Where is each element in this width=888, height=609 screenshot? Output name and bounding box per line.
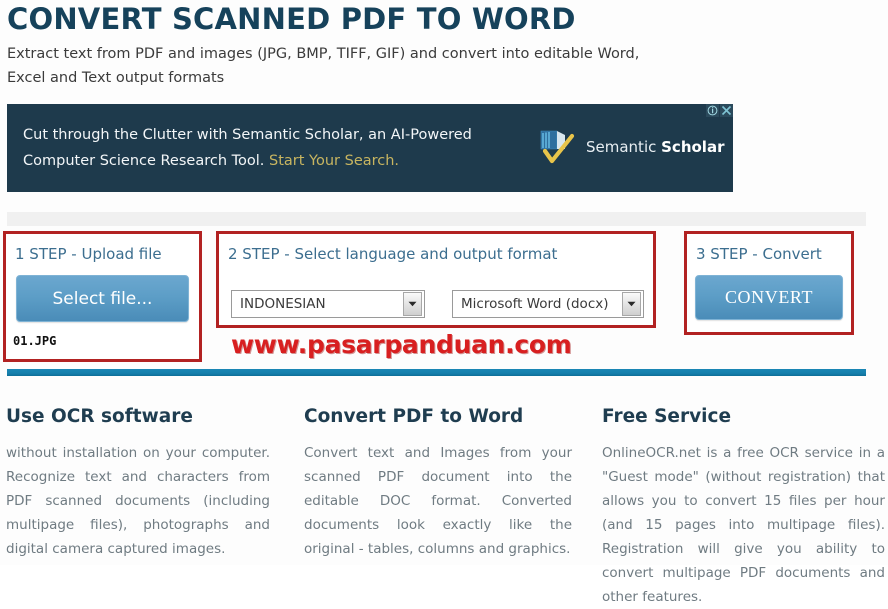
advertisement-banner[interactable]: Cut through the Clutter with Semantic Sc… — [7, 104, 733, 192]
watermark-text: www.pasarpanduan.com — [231, 330, 572, 359]
page-title: CONVERT SCANNED PDF TO WORD — [7, 2, 576, 36]
semantic-scholar-logo: Semantic Scholar — [535, 127, 724, 167]
chevron-down-icon[interactable] — [622, 292, 641, 316]
info-column-heading: Convert PDF to Word — [304, 406, 524, 427]
output-format-select[interactable]: Microsoft Word (docx) — [452, 290, 644, 318]
ad-copy: Cut through the Clutter with Semantic Sc… — [23, 122, 523, 174]
info-column-free-service: Free Service OnlineOCR.net is a free OCR… — [602, 406, 885, 609]
language-select[interactable]: INDONESIAN — [231, 290, 425, 318]
logo-word-scholar: Scholar — [661, 138, 725, 156]
uploaded-file-name: 01.JPG — [13, 334, 57, 348]
adchoices-info-icon[interactable] — [706, 104, 719, 117]
chevron-down-icon[interactable] — [403, 292, 422, 316]
ad-copy-line-2: Computer Science Research Tool. — [23, 153, 270, 169]
info-column-ocr-software: Use OCR software without installation on… — [6, 406, 270, 561]
semantic-scholar-mark-icon — [535, 127, 579, 167]
step-2-select-language-and-format: 2 STEP - Select language and output form… — [216, 231, 656, 328]
steps-background-band — [7, 212, 866, 226]
page-subtitle: Extract text from PDF and images (JPG, B… — [7, 46, 640, 86]
info-column-convert-pdf-to-word: Convert PDF to Word Convert text and Ima… — [304, 406, 572, 561]
select-file-button[interactable]: Select file... — [16, 275, 189, 322]
info-column-heading: Use OCR software — [6, 406, 193, 427]
section-divider — [7, 369, 866, 376]
output-format-select-value: Microsoft Word (docx) — [461, 296, 609, 312]
step-1-upload-file: 1 STEP - Upload file Select file... 01.J… — [3, 231, 202, 362]
step-2-title: 2 STEP - Select language and output form… — [228, 245, 558, 263]
step-3-title: 3 STEP - Convert — [696, 245, 822, 263]
logo-word-semantic: Semantic — [586, 138, 662, 156]
info-column-body: Convert text and Images from your scanne… — [304, 445, 572, 557]
step-1-title: 1 STEP - Upload file — [15, 245, 162, 263]
info-column-heading: Free Service — [602, 406, 732, 427]
info-column-body: OnlineOCR.net is a free OCR service in a… — [602, 445, 885, 605]
close-icon[interactable] — [720, 104, 733, 117]
info-column-body: without installation on your computer. R… — [6, 445, 270, 557]
convert-button[interactable]: CONVERT — [695, 275, 843, 320]
language-select-value: INDONESIAN — [240, 296, 326, 312]
ad-cta-link[interactable]: Start Your Search. — [269, 153, 399, 169]
semantic-scholar-wordmark: Semantic Scholar — [586, 138, 724, 156]
ad-copy-line-1: Cut through the Clutter with Semantic Sc… — [23, 127, 472, 143]
step-3-convert: 3 STEP - Convert CONVERT — [684, 231, 854, 335]
ad-choices-controls[interactable] — [706, 104, 733, 117]
